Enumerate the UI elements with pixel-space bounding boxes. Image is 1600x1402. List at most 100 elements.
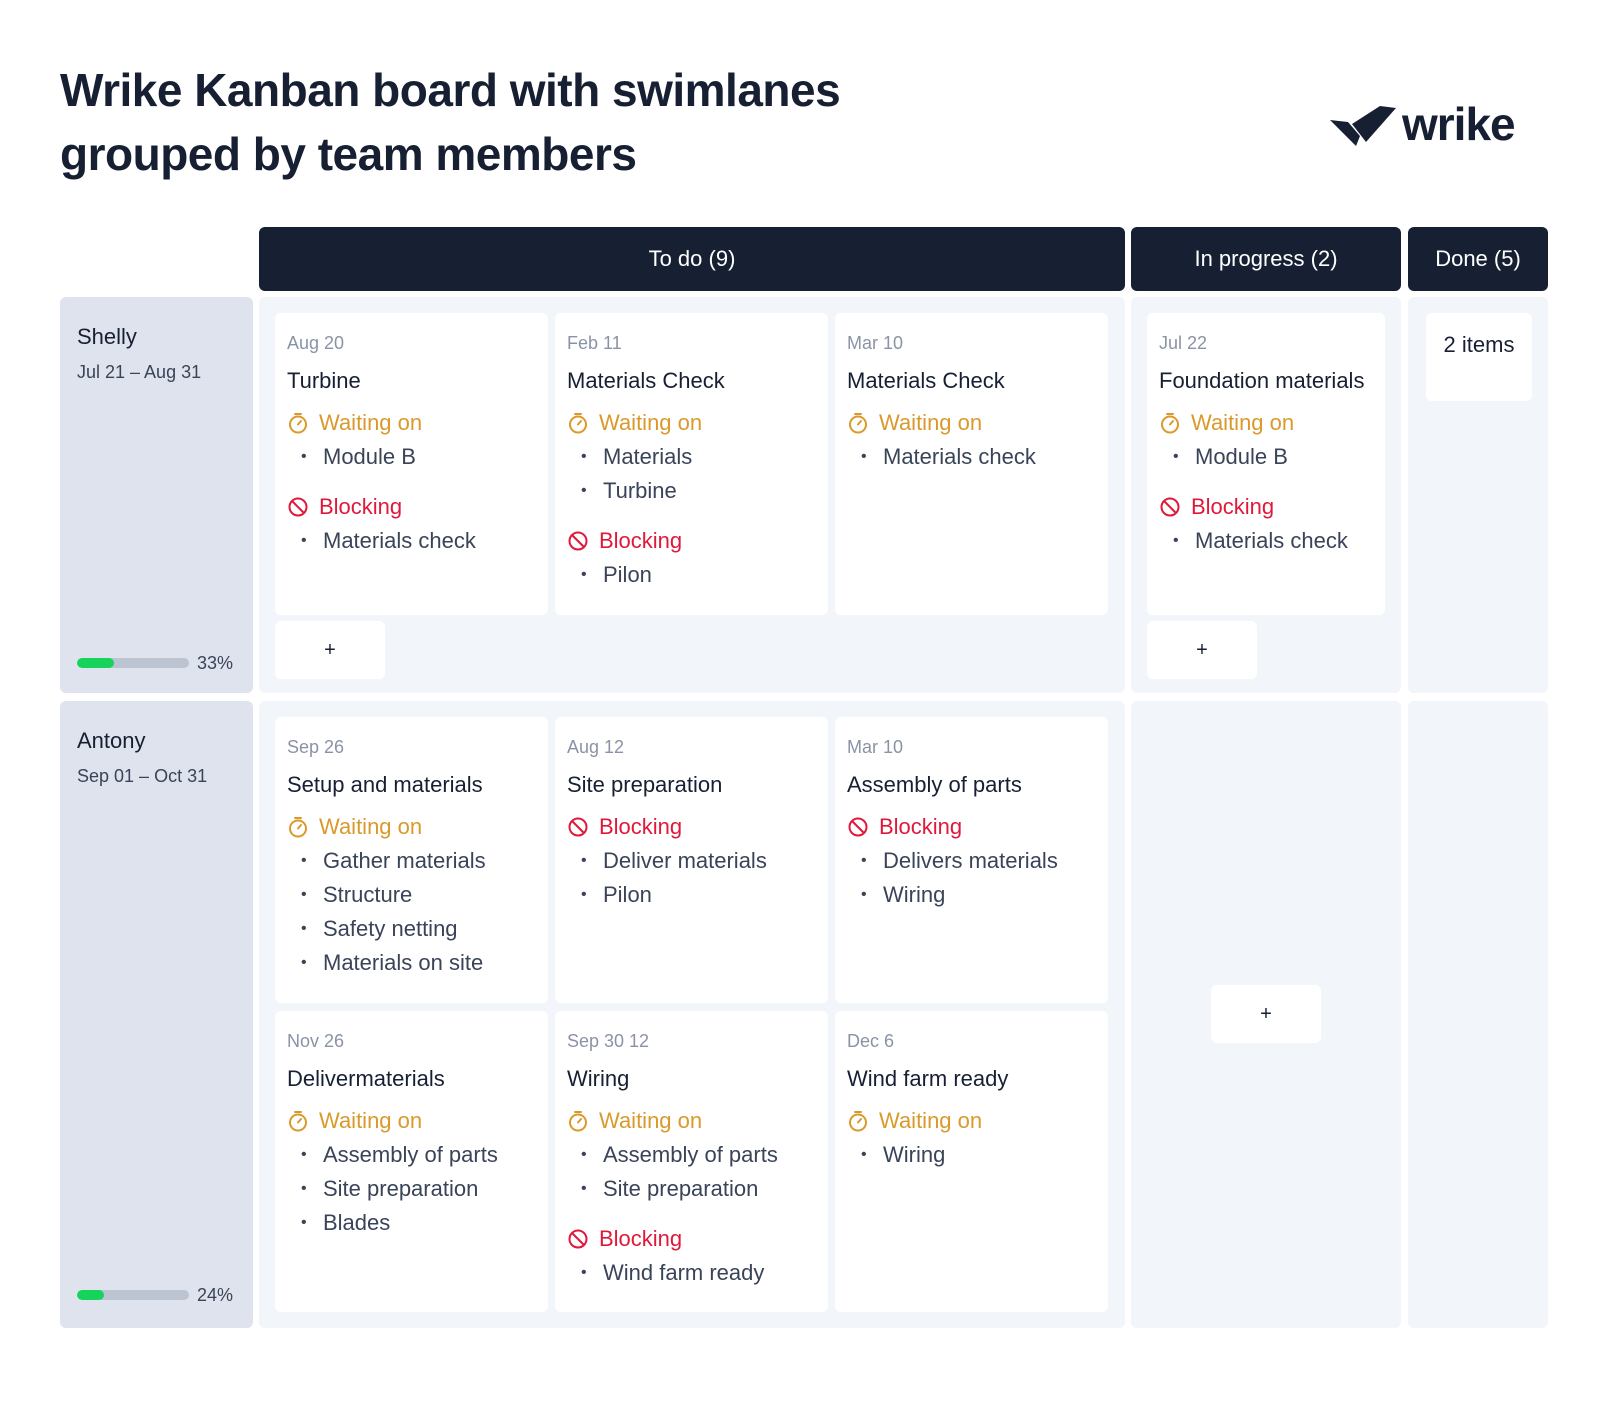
timer-icon	[847, 1110, 869, 1132]
dependency-item: Materials check	[847, 440, 1096, 474]
column-header-done[interactable]: Done (5)	[1408, 227, 1548, 291]
blocked-icon	[287, 496, 309, 518]
column-header-todo[interactable]: To do (9)	[259, 227, 1125, 291]
card-due-date: Aug 12	[567, 737, 625, 757]
lane-progress-fill	[77, 1290, 104, 1300]
waiting-label: Waiting on	[599, 1108, 703, 1133]
card-due-date: Dec 6	[847, 1031, 895, 1051]
wrike-check-logo-icon	[1330, 106, 1396, 146]
waiting-header: Waiting on	[287, 1106, 536, 1136]
task-card[interactable]: Jul 22 Foundation materials Waiting on Modu…	[1147, 313, 1385, 615]
waiting-label: Waiting on	[599, 410, 703, 435]
dependency-item: Delivers materials	[847, 844, 1096, 878]
task-card[interactable]: Sep 26 Setup and materials Waiting on Gathe…	[275, 717, 548, 1003]
add-task-button[interactable]: +	[1211, 985, 1321, 1043]
dependency-item: Pilon	[567, 878, 816, 912]
task-card[interactable]: Mar 10 Materials Check Waiting on Materials…	[835, 313, 1108, 615]
blocking-list: Materials check	[287, 524, 536, 558]
card-title: Wind farm ready	[847, 1066, 1009, 1091]
card-title: Delivermaterials	[287, 1066, 445, 1091]
task-card[interactable]: Mar 10 Assembly of parts Blocking Delivers …	[835, 717, 1108, 1003]
waiting-section: Waiting on Materials check	[847, 408, 1096, 474]
blocking-list: Pilon	[567, 558, 816, 592]
dependency-item: Materials check	[1159, 524, 1373, 558]
blocking-list: Deliver materialsPilon	[567, 844, 816, 912]
lane-member-name: Antony	[77, 728, 146, 753]
blocked-icon	[1159, 496, 1181, 518]
blocking-label: Blocking	[599, 528, 683, 553]
add-task-button[interactable]: +	[275, 621, 385, 679]
timer-icon	[567, 412, 589, 434]
wrike-logo: wrike	[1330, 98, 1540, 150]
dependency-item: Materials on site	[287, 946, 536, 980]
blocking-header: Blocking	[567, 1224, 816, 1254]
done-summary-card[interactable]: 2 items	[1426, 313, 1532, 401]
dependency-item: Wind farm ready	[567, 1256, 816, 1290]
lane-member-name: Shelly	[77, 324, 137, 349]
blocking-section: Blocking Delivers materialsWiring	[847, 812, 1096, 912]
dependency-item: Assembly of parts	[287, 1138, 536, 1172]
waiting-header: Waiting on	[287, 408, 536, 438]
blocking-section: Blocking Wind farm ready	[567, 1224, 816, 1290]
blocking-section: Blocking Materials check	[287, 492, 536, 558]
card-title: Wiring	[567, 1066, 630, 1091]
waiting-list: Materials check	[847, 440, 1096, 474]
waiting-section: Waiting on Assembly of partsSite preparat…	[287, 1106, 536, 1240]
dependency-item: Assembly of parts	[567, 1138, 816, 1172]
lane-date-range: Jul 21 – Aug 31	[77, 362, 202, 382]
card-due-date: Jul 22	[1159, 333, 1208, 353]
task-card[interactable]: Nov 26 Delivermaterials Waiting on Assembly…	[275, 1011, 548, 1312]
timer-icon	[287, 1110, 309, 1132]
column-header-in-progress[interactable]: In progress (2)	[1131, 227, 1401, 291]
blocking-section: Blocking Materials check	[1159, 492, 1373, 558]
waiting-list: Wiring	[847, 1138, 1096, 1172]
timer-icon	[567, 1110, 589, 1132]
waiting-label: Waiting on	[1191, 410, 1295, 435]
waiting-label: Waiting on	[879, 1108, 983, 1133]
task-card[interactable]: Feb 11 Materials Check Waiting on Materials…	[555, 313, 828, 615]
card-due-date: Feb 11	[567, 333, 622, 353]
task-card[interactable]: Aug 12 Site preparation Blocking Deliver ma…	[555, 717, 828, 1003]
blocking-list: Materials check	[1159, 524, 1373, 558]
blocking-label: Blocking	[1191, 494, 1275, 519]
card-title: Foundation materials	[1159, 368, 1365, 393]
dependency-item: Materials	[567, 440, 816, 474]
blocking-header: Blocking	[567, 526, 816, 556]
timer-icon	[1159, 412, 1181, 434]
dependency-item: Module B	[1159, 440, 1373, 474]
waiting-section: Waiting on Gather materialsStructureSafet…	[287, 812, 536, 980]
card-title: Materials Check	[847, 368, 1005, 393]
swimlane-shelly: Shelly Jul 21 – Aug 31 33%	[60, 297, 253, 693]
timer-icon	[847, 412, 869, 434]
card-due-date: Mar 10	[847, 333, 904, 353]
dependency-item: Site preparation	[287, 1172, 536, 1206]
blocking-list: Delivers materialsWiring	[847, 844, 1096, 912]
dependency-item: Wiring	[847, 878, 1096, 912]
card-title: Setup and materials	[287, 772, 483, 797]
waiting-list: MaterialsTurbine	[567, 440, 816, 508]
blocking-section: Blocking Deliver materialsPilon	[567, 812, 816, 912]
lane-progress-label: 33%	[197, 653, 234, 673]
dependency-item: Deliver materials	[567, 844, 816, 878]
waiting-section: Waiting on Module B	[287, 408, 536, 474]
waiting-header: Waiting on	[847, 408, 1096, 438]
lane-progress-bar	[77, 658, 189, 668]
blocked-icon	[567, 816, 589, 838]
task-card[interactable]: Sep 30 12 Wiring Waiting on Assembly of par…	[555, 1011, 828, 1312]
task-card[interactable]: Aug 20 Turbine Waiting on Module B Blocking M…	[275, 313, 548, 615]
task-card[interactable]: Dec 6 Wind farm ready Waiting on Wiring	[835, 1011, 1108, 1312]
blocking-list: Wind farm ready	[567, 1256, 816, 1290]
logo-text: wrike	[1402, 98, 1516, 150]
dependency-item: Site preparation	[567, 1172, 816, 1206]
waiting-list: Module B	[287, 440, 536, 474]
add-task-button[interactable]: +	[1147, 621, 1257, 679]
waiting-section: Waiting on Assembly of partsSite preparat…	[567, 1106, 816, 1206]
waiting-list: Assembly of partsSite preparationBlades	[287, 1138, 536, 1240]
dependency-item: Turbine	[567, 474, 816, 508]
card-title: Materials Check	[567, 368, 725, 393]
page-title: Wrike Kanban board with swimlanes groupe…	[60, 64, 841, 180]
blocking-label: Blocking	[599, 1226, 683, 1251]
blocking-label: Blocking	[599, 814, 683, 839]
card-due-date: Mar 10	[847, 737, 904, 757]
waiting-header: Waiting on	[287, 812, 536, 842]
